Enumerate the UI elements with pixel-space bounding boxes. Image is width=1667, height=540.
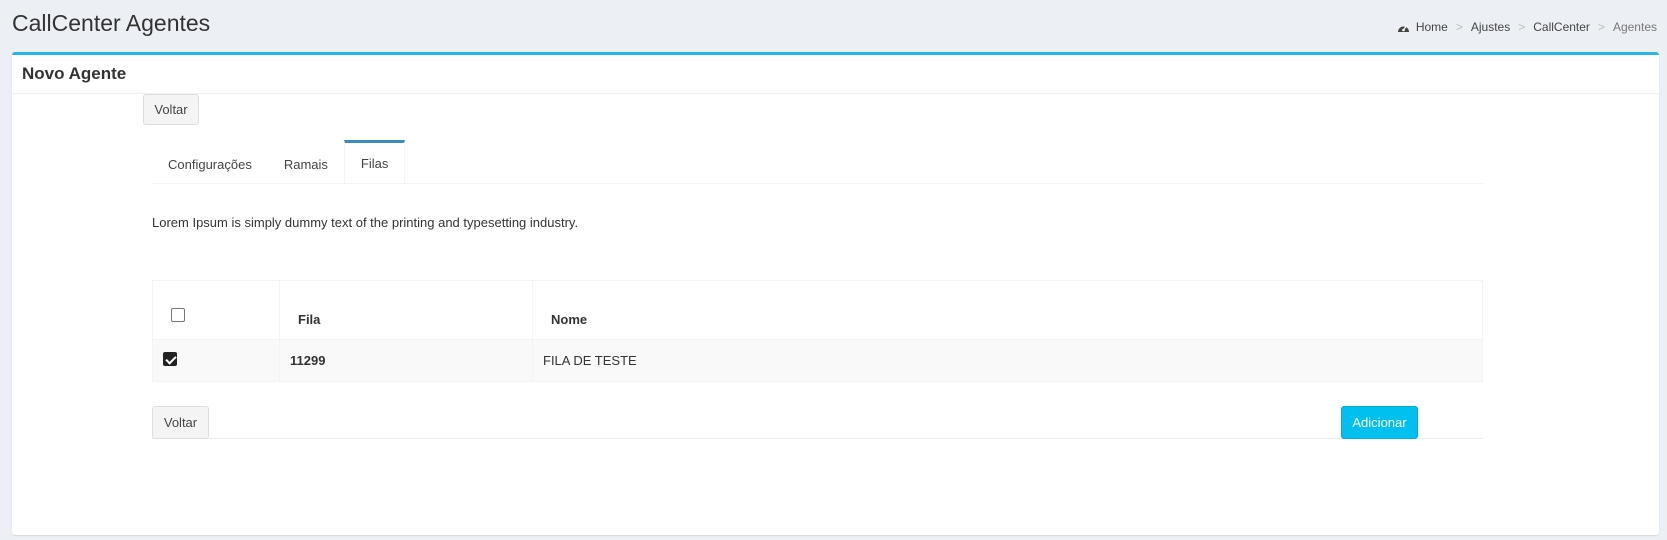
table-row[interactable]: 11299 FILA DE TESTE	[152, 339, 1483, 382]
divider	[152, 438, 1483, 439]
row-select-cell	[152, 339, 280, 382]
back-button-bottom[interactable]: Voltar	[152, 406, 209, 439]
row-checkbox[interactable]	[163, 352, 177, 366]
breadcrumb-callcenter[interactable]: CallCenter	[1533, 20, 1590, 34]
breadcrumb-ajustes[interactable]: Ajustes	[1471, 20, 1510, 34]
column-header-nome: Nome	[532, 280, 1483, 340]
cell-fila: 11299	[279, 339, 533, 382]
column-header-fila: Fila	[279, 280, 533, 340]
page-title: CallCenter Agentes	[12, 10, 211, 36]
tab-configuracoes[interactable]: Configurações	[152, 143, 268, 183]
dashboard-icon	[1397, 22, 1410, 33]
breadcrumb-separator: >	[1455, 20, 1463, 34]
new-agent-box: Novo Agente Voltar Configurações Ramais …	[12, 52, 1659, 535]
add-button[interactable]: Adicionar	[1341, 406, 1418, 439]
select-all-header	[152, 280, 280, 340]
tab-filas[interactable]: Filas	[343, 140, 406, 183]
breadcrumb: Home > Ajustes > CallCenter > Agentes	[1397, 20, 1657, 34]
select-all-checkbox[interactable]	[171, 308, 185, 322]
box-title: Novo Agente	[22, 64, 127, 83]
breadcrumb-agentes: Agentes	[1612, 20, 1657, 34]
breadcrumb-separator: >	[1597, 20, 1605, 34]
box-header: Novo Agente	[12, 55, 1659, 94]
tab-ramais[interactable]: Ramais	[268, 143, 344, 183]
table-header-row: Fila Nome	[152, 280, 1483, 340]
queues-table: Fila Nome 11299 FILA DE TESTE	[152, 280, 1483, 382]
breadcrumb-home[interactable]: Home	[1416, 20, 1448, 34]
cell-nome: FILA DE TESTE	[532, 339, 1483, 382]
back-button-top[interactable]: Voltar	[143, 94, 199, 125]
breadcrumb-separator: >	[1518, 20, 1526, 34]
tab-bar: Configurações Ramais Filas	[152, 140, 1483, 184]
description-text: Lorem Ipsum is simply dummy text of the …	[152, 215, 579, 230]
